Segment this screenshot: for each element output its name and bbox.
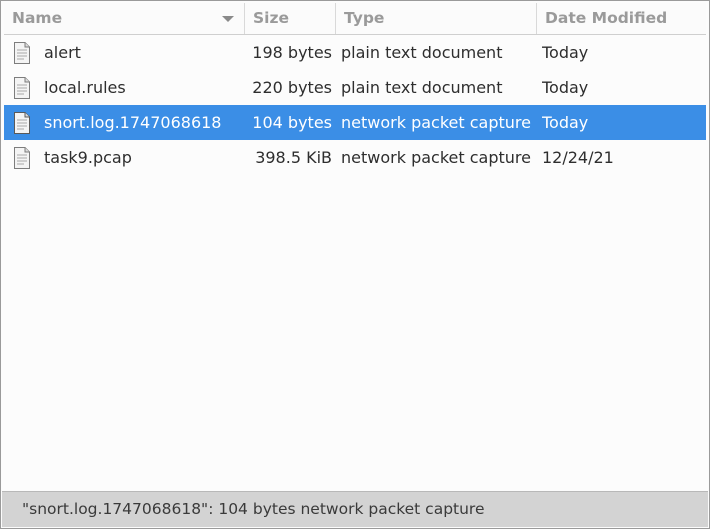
file-type: plain text document xyxy=(341,43,503,62)
file-type: network packet capture xyxy=(341,148,531,167)
file-name: alert xyxy=(44,43,81,62)
column-header-bar: Name Size Type Date Modified xyxy=(4,3,706,35)
file-list: alert 198 bytes plain text document Toda… xyxy=(4,35,706,175)
column-header-name[interactable]: Name xyxy=(4,3,245,34)
file-row-task9-pcap[interactable]: task9.pcap 398.5 KiB network packet capt… xyxy=(4,140,706,175)
file-manager-window: Name Size Type Date Modified alert 198 b… xyxy=(0,0,710,529)
file-row-snort-log[interactable]: snort.log.1747068618 104 bytes network p… xyxy=(4,105,706,140)
column-header-name-label: Name xyxy=(12,9,63,27)
file-date-modified: Today xyxy=(542,43,589,62)
file-name: task9.pcap xyxy=(44,148,132,167)
file-row-alert[interactable]: alert 198 bytes plain text document Toda… xyxy=(4,35,706,70)
text-file-icon xyxy=(13,41,31,65)
file-size: 198 bytes xyxy=(252,43,332,62)
file-type: network packet capture xyxy=(341,113,531,132)
file-name: snort.log.1747068618 xyxy=(44,113,222,132)
capture-file-icon xyxy=(13,111,31,135)
file-name: local.rules xyxy=(44,78,126,97)
capture-file-icon xyxy=(13,146,31,170)
status-text: "snort.log.1747068618": 104 bytes networ… xyxy=(22,500,485,518)
file-size: 104 bytes xyxy=(252,113,332,132)
file-size: 398.5 KiB xyxy=(255,148,332,167)
column-header-size-label: Size xyxy=(253,9,290,27)
sort-descending-icon xyxy=(222,16,234,22)
file-date-modified: Today xyxy=(542,78,589,97)
column-header-date-modified[interactable]: Date Modified xyxy=(537,3,706,34)
file-type: plain text document xyxy=(341,78,503,97)
column-header-type[interactable]: Type xyxy=(336,3,537,34)
column-header-type-label: Type xyxy=(344,9,385,27)
file-date-modified: 12/24/21 xyxy=(542,148,614,167)
file-date-modified: Today xyxy=(542,113,589,132)
column-header-size[interactable]: Size xyxy=(245,3,336,34)
column-header-date-label: Date Modified xyxy=(545,9,668,27)
text-file-icon xyxy=(13,76,31,100)
file-row-local-rules[interactable]: local.rules 220 bytes plain text documen… xyxy=(4,70,706,105)
file-size: 220 bytes xyxy=(252,78,332,97)
status-bar: "snort.log.1747068618": 104 bytes networ… xyxy=(2,491,708,527)
